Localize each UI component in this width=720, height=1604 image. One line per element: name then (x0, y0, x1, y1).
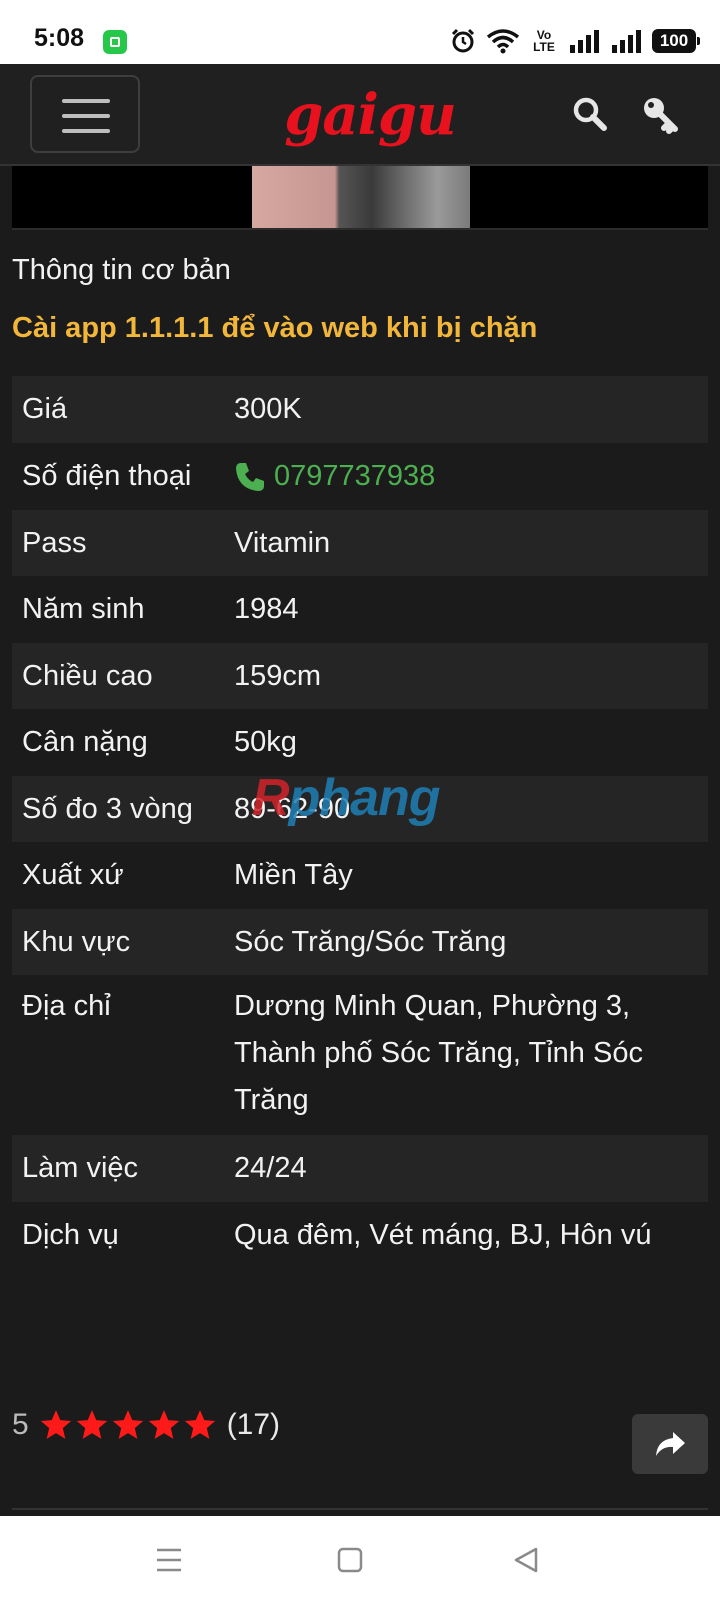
key-icon[interactable] (642, 96, 680, 134)
row-label: Năm sinh (22, 593, 145, 625)
phone-number[interactable]: 0797737938 (274, 443, 435, 510)
table-row: Số điện thoại 0797737938 (12, 443, 708, 510)
volte-label: Vo LTE (533, 28, 555, 54)
star-icon[interactable] (183, 1408, 217, 1442)
rating-stars[interactable] (39, 1408, 217, 1442)
row-label: Xuất xứ (22, 859, 124, 891)
divider (12, 1508, 708, 1510)
row-label: Cân nặng (22, 726, 148, 758)
back-icon[interactable] (512, 1546, 540, 1574)
row-label: Chiều cao (22, 660, 153, 692)
row-label: Khu vực (22, 926, 131, 958)
row-value: Vitamin (234, 527, 331, 559)
row-label: Dịch vụ (22, 1219, 119, 1251)
table-row: Địa chỉ Dương Minh Quan, Phường 3, Thành… (12, 975, 708, 1135)
table-row: Pass Vitamin (12, 510, 708, 576)
promo-link[interactable]: Cài app 1.1.1.1 để vào web khi bị chặn (12, 312, 537, 345)
table-row: Xuất xứ Miền Tây (12, 842, 708, 909)
row-label: Địa chỉ (22, 990, 111, 1022)
table-row: Giá 300K (12, 376, 708, 443)
row-value: 24/24 (234, 1152, 307, 1184)
battery-icon: 100 (652, 29, 700, 53)
table-row: Cân nặng 50kg (12, 709, 708, 776)
row-value: Dương Minh Quan, Phường 3, Thành phố Sóc… (234, 990, 643, 1116)
search-icon[interactable] (572, 96, 608, 132)
site-header: gaigu (0, 64, 720, 166)
status-bar: 5:08 Vo LTE 100 (0, 0, 720, 64)
section-title: Thông tin cơ bản (12, 254, 231, 286)
alarm-icon (451, 28, 475, 53)
table-row: Khu vực Sóc Trăng/Sóc Trăng (12, 909, 708, 975)
row-value: Miền Tây (234, 859, 353, 891)
watermark-first-letter: R (252, 769, 290, 827)
recents-menu-icon[interactable] (154, 1546, 184, 1574)
gallery-strip (12, 166, 708, 230)
rating: 5 (17) (12, 1408, 280, 1442)
watermark-rest: phang (288, 769, 441, 827)
phone-icon (236, 462, 264, 491)
rating-score: 5 (12, 1408, 29, 1441)
row-value: 300K (234, 393, 302, 425)
menu-button[interactable] (30, 75, 140, 153)
row-label: Số đo 3 vòng (22, 793, 193, 825)
star-icon[interactable] (111, 1408, 145, 1442)
status-time: 5:08 (34, 24, 85, 52)
row-value: Qua đêm, Vét máng, BJ, Hôn vú (234, 1219, 652, 1251)
wifi-icon (486, 29, 520, 54)
row-value: Sóc Trăng/Sóc Trăng (234, 926, 507, 958)
rating-count: (17) (226, 1408, 281, 1441)
row-label: Giá (22, 393, 68, 425)
hamburger-line (62, 99, 110, 103)
hamburger-line (62, 129, 110, 133)
table-row: Dịch vụ Qua đêm, Vét máng, BJ, Hôn vú (12, 1202, 708, 1269)
signal-icon (570, 30, 599, 53)
row-value: 50kg (234, 726, 297, 758)
home-icon[interactable] (336, 1546, 364, 1574)
battery-level: 100 (659, 31, 689, 50)
status-icons: Vo LTE 100 (450, 26, 700, 56)
star-icon[interactable] (39, 1408, 73, 1442)
row-label: Làm việc (22, 1152, 139, 1184)
system-nav-bar (0, 1516, 720, 1604)
share-icon (656, 1432, 685, 1456)
row-label: Pass (22, 527, 87, 559)
star-icon[interactable] (75, 1408, 109, 1442)
row-value: 1984 (234, 593, 299, 625)
hamburger-line (62, 114, 110, 118)
star-icon[interactable] (147, 1408, 181, 1442)
watermark-logo: Rphang (252, 768, 441, 828)
table-row: Chiều cao 159cm (12, 643, 708, 709)
share-button[interactable] (632, 1414, 708, 1474)
site-logo[interactable]: gaigu (280, 80, 460, 150)
gallery-image[interactable] (252, 166, 470, 228)
signal-icon-2 (612, 30, 641, 53)
table-row: Năm sinh 1984 (12, 576, 708, 643)
phone-link[interactable]: 0797737938 (234, 443, 708, 510)
row-label: Số điện thoại (22, 460, 192, 492)
app-notification-icon (103, 30, 127, 54)
table-row: Làm việc 24/24 (12, 1135, 708, 1202)
row-value: 159cm (234, 660, 322, 692)
